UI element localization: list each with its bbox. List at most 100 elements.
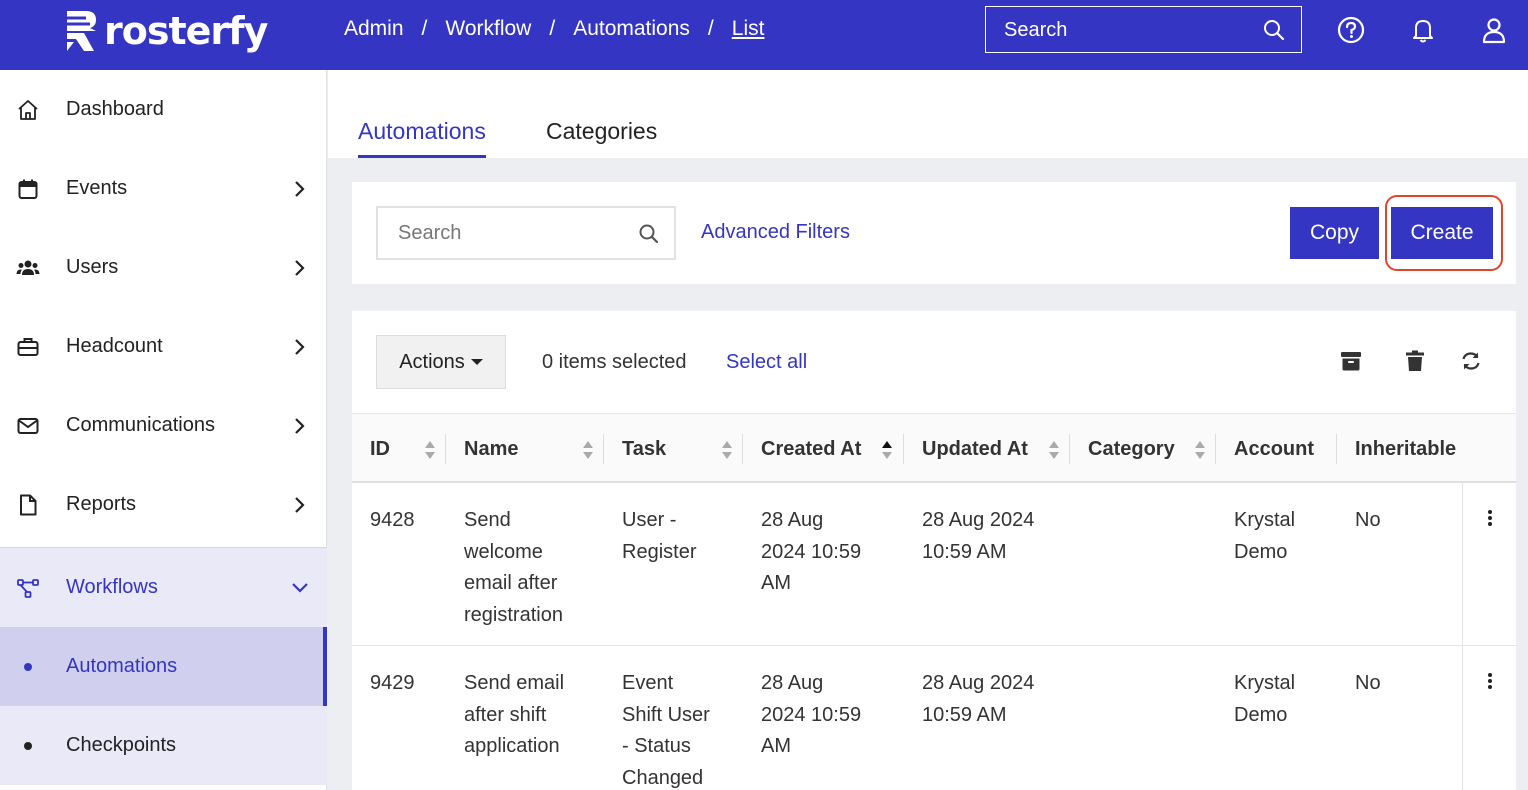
user-account-icon[interactable] <box>1479 15 1509 45</box>
cell-line: email after <box>464 572 558 594</box>
help-icon[interactable] <box>1336 15 1366 45</box>
search-icon[interactable] <box>1263 19 1285 41</box>
cell-line: Event <box>622 672 674 694</box>
automation-search-input[interactable]: Search <box>376 206 676 260</box>
cell-inheritable: No <box>1355 672 1381 694</box>
breadcrumb-admin[interactable]: Admin <box>344 17 404 41</box>
column-header-task[interactable]: Task <box>622 438 666 461</box>
breadcrumb: Admin / Workflow / Automations / List <box>344 17 764 41</box>
tab-automations[interactable]: Automations <box>358 118 486 158</box>
breadcrumb-list[interactable]: List <box>732 17 765 41</box>
cell-line: registration <box>464 603 563 626</box>
table-row[interactable]: 9428 Send welcome email after registrati… <box>352 483 1516 646</box>
sidebar-item-communications[interactable]: Communications <box>0 386 327 465</box>
breadcrumb-separator: / <box>421 17 428 40</box>
cell-line: 28 Aug <box>761 509 824 531</box>
cell-line: Krystal <box>1234 509 1296 531</box>
column-divider <box>742 434 743 464</box>
sidebar-item-users[interactable]: Users <box>0 228 327 307</box>
home-icon <box>18 99 38 120</box>
sort-icon[interactable] <box>720 438 734 462</box>
row-actions-column <box>1462 646 1516 790</box>
brand-logo[interactable]: rosterfy <box>64 6 268 56</box>
bullet-icon <box>24 741 32 750</box>
cell-account: Krystal Demo <box>1234 505 1295 568</box>
sidebar-item-dashboard[interactable]: Dashboard <box>0 70 327 149</box>
cell-line: 10:59 AM <box>922 703 1007 726</box>
sidebar-item-events[interactable]: Events <box>0 149 327 228</box>
cell-line: welcome <box>464 540 543 563</box>
logo-mark-icon <box>67 11 96 51</box>
envelope-icon <box>17 417 39 434</box>
sidebar-subitem-checkpoints[interactable]: Checkpoints <box>0 706 327 785</box>
page-tabs: Automations Categories <box>328 70 1528 158</box>
create-button[interactable]: Create <box>1391 207 1493 259</box>
actions-dropdown[interactable]: Actions <box>376 335 506 389</box>
breadcrumb-workflow[interactable]: Workflow <box>445 17 531 41</box>
top-bar: rosterfy Admin / Workflow / Automations … <box>0 0 1528 70</box>
column-header-updated-at[interactable]: Updated At <box>922 438 1028 461</box>
global-search-input[interactable]: Search <box>985 6 1302 53</box>
document-icon <box>20 494 37 515</box>
sidebar-subitem-automations[interactable]: Automations <box>0 627 327 706</box>
chevron-right-icon <box>295 259 305 276</box>
breadcrumb-automations[interactable]: Automations <box>573 17 690 41</box>
column-header-inheritable-clip: Inheritable <box>1355 414 1462 482</box>
sidebar-item-label: Users <box>66 256 119 278</box>
column-header-created-at[interactable]: Created At <box>761 438 861 461</box>
archive-icon[interactable] <box>1339 349 1363 373</box>
sort-ascending-icon[interactable] <box>880 438 894 462</box>
cell-updated-at: 28 Aug 2024 10:59 AM <box>922 668 1034 731</box>
search-icon[interactable] <box>638 223 660 245</box>
column-header-account: Account <box>1234 438 1314 460</box>
automation-search-placeholder: Search <box>398 222 462 244</box>
bell-icon[interactable] <box>1408 15 1438 45</box>
trash-icon[interactable] <box>1403 349 1427 373</box>
breadcrumb-separator: / <box>707 17 714 40</box>
column-header-category[interactable]: Category <box>1088 438 1175 461</box>
column-header-name[interactable]: Name <box>464 438 518 461</box>
sidebar-item-reports[interactable]: Reports <box>0 465 327 544</box>
chevron-down-icon <box>292 582 308 593</box>
refresh-icon[interactable] <box>1459 349 1483 373</box>
cell-created-at: 28 Aug 2024 10:59 AM <box>761 505 861 600</box>
table-row[interactable]: 9429 Send email after shift application … <box>352 646 1516 790</box>
row-actions-column <box>1462 483 1516 645</box>
cell-line: Changed <box>622 766 704 789</box>
sort-icon[interactable] <box>1047 438 1061 462</box>
breadcrumb-separator: / <box>549 17 556 40</box>
kebab-menu-icon[interactable] <box>1487 672 1493 690</box>
cell-line: 28 Aug 2024 <box>922 672 1035 694</box>
cell-line: application <box>464 735 560 757</box>
sidebar-subitem-label: Automations <box>66 655 178 677</box>
cell-line: AM <box>761 735 791 757</box>
column-divider <box>603 434 604 464</box>
cell-line: 2024 10:59 <box>761 703 862 726</box>
sort-icon[interactable] <box>1193 438 1207 462</box>
sidebar-item-label: Dashboard <box>66 98 164 120</box>
tab-categories[interactable]: Categories <box>546 118 657 145</box>
sort-icon[interactable] <box>581 438 595 462</box>
advanced-filters-link[interactable]: Advanced Filters <box>701 221 850 244</box>
sidebar-item-workflows[interactable]: Workflows <box>0 547 327 627</box>
column-divider <box>1336 434 1337 464</box>
workflow-icon <box>17 578 39 598</box>
column-divider <box>1215 434 1216 464</box>
sidebar-item-headcount[interactable]: Headcount <box>0 307 327 386</box>
cell-task: User - Register <box>622 505 696 568</box>
copy-button[interactable]: Copy <box>1290 207 1379 259</box>
column-header-inheritable: Inheritable <box>1355 438 1457 460</box>
select-all-link[interactable]: Select all <box>726 351 807 374</box>
cell-line: after shift <box>464 703 547 726</box>
cell-line: 2024 10:59 <box>761 540 862 563</box>
cell-line: 28 Aug <box>761 672 824 694</box>
briefcase-icon <box>17 337 39 356</box>
cell-line: Send email <box>464 672 565 694</box>
column-header-id[interactable]: ID <box>370 438 390 461</box>
sidebar-item-label: Workflows <box>66 576 158 598</box>
cell-line: Krystal <box>1234 672 1296 694</box>
sidebar-item-label: Reports <box>66 493 137 515</box>
sidebar-item-label: Events <box>66 177 128 199</box>
sort-icon[interactable] <box>423 438 437 462</box>
kebab-menu-icon[interactable] <box>1487 509 1493 527</box>
